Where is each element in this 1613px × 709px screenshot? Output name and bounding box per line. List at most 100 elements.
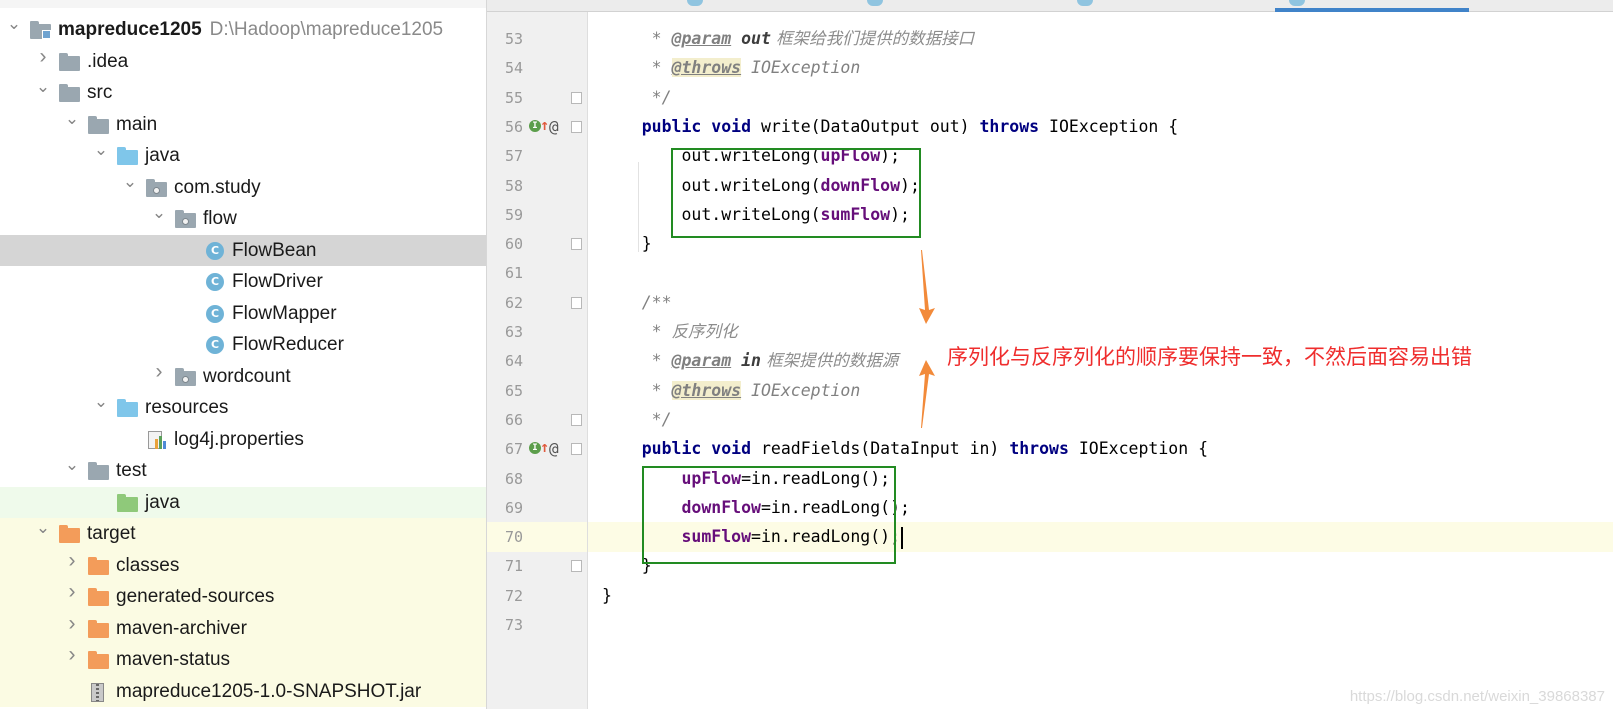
excluded-folder-icon: [88, 556, 110, 575]
fold-marker-icon[interactable]: [571, 296, 582, 309]
chevron-right-icon[interactable]: ›: [64, 581, 80, 602]
gutter-line: 57: [487, 141, 587, 171]
fold-marker-icon[interactable]: [571, 560, 582, 573]
code-line[interactable]: * @throws IOException: [588, 376, 1613, 406]
tree-row[interactable]: › .idea: [0, 46, 486, 78]
code-token: in: [741, 351, 761, 371]
chevron-down-icon[interactable]: ⌄: [93, 393, 109, 410]
fold-marker-icon[interactable]: [571, 91, 582, 104]
gutter-line: 73: [487, 610, 587, 640]
excluded-folder-icon: [59, 525, 81, 543]
chevron-down-icon[interactable]: ⌄: [151, 204, 167, 221]
tree-toolbar-strip: [0, 0, 486, 8]
code-token: throws: [979, 116, 1050, 136]
go-to-super-icon[interactable]: ↑: [540, 437, 549, 457]
tree-row[interactable]: log4j.properties: [0, 424, 486, 456]
tree-row[interactable]: ⌄ main: [0, 109, 486, 141]
code-line[interactable]: public void write(DataOutput out) throws…: [588, 112, 1613, 142]
tree-row[interactable]: ⌄ resources: [0, 392, 486, 424]
arrow-up-icon: [919, 360, 935, 428]
chevron-down-icon[interactable]: ⌄: [35, 78, 51, 95]
gutter-line: 66: [487, 405, 587, 435]
tree-row[interactable]: › classes: [0, 549, 486, 581]
chevron-right-icon[interactable]: ›: [64, 613, 80, 634]
gutter-line: 63: [487, 317, 587, 347]
tree-row[interactable]: ⌄ src: [0, 77, 486, 109]
tree-row[interactable]: C FlowMapper: [0, 298, 486, 330]
tree-row[interactable]: mapreduce1205-1.0-SNAPSHOT.jar: [0, 675, 486, 707]
tree-row[interactable]: › generated-sources: [0, 581, 486, 613]
project-tree-panel: ⌄ mapreduce1205 D:\Hadoop\mapreduce1205 › .i…: [0, 0, 486, 709]
tree-row[interactable]: C FlowBean: [0, 234, 486, 266]
code-line[interactable]: [588, 258, 1613, 288]
tree-row[interactable]: ⌄ target: [0, 518, 486, 550]
go-to-super-icon[interactable]: ↑: [540, 115, 549, 135]
code-line[interactable]: * 反序列化: [588, 317, 1613, 347]
chevron-right-icon[interactable]: ›: [64, 644, 80, 665]
tree-row[interactable]: java: [0, 486, 486, 518]
tree-row[interactable]: C FlowReducer: [0, 329, 486, 361]
code-line[interactable]: }: [588, 581, 1613, 611]
tree-item-label: src: [87, 82, 113, 103]
chevron-down-icon[interactable]: ⌄: [35, 519, 51, 536]
code-token: @throws: [671, 380, 742, 400]
editor-tab[interactable]: [847, 0, 1017, 12]
text-caret: [901, 526, 904, 549]
chevron-down-icon[interactable]: ⌄: [122, 173, 138, 190]
gutter-line: 54: [487, 53, 587, 83]
editor-tab-active[interactable]: [1275, 0, 1469, 12]
annotation-note: 序列化与反序列化的顺序要保持一致，不然后面容易出错: [947, 345, 1472, 369]
line-number: 54: [504, 59, 523, 78]
chevron-down-icon[interactable]: ⌄: [93, 141, 109, 158]
code-token: IOException: [741, 380, 861, 400]
chevron-right-icon[interactable]: ›: [151, 361, 167, 382]
fold-marker-icon[interactable]: [571, 238, 582, 251]
chevron-right-icon[interactable]: ›: [64, 550, 80, 571]
line-number: 64: [504, 352, 523, 371]
code-line[interactable]: * @throws IOException: [588, 53, 1613, 83]
tree-row[interactable]: ⌄ com.study: [0, 172, 486, 204]
code-token: IOException {: [1049, 116, 1179, 136]
java-class-icon: [1077, 0, 1093, 6]
package-icon: [175, 367, 197, 386]
gutter-line: 65: [487, 376, 587, 406]
tree-row[interactable]: ⌄ flow: [0, 203, 486, 235]
tree-item-label: FlowDriver: [232, 271, 323, 292]
override-marker-icon[interactable]: @: [549, 112, 559, 142]
gutter-line: 68: [487, 464, 587, 494]
gutter-line: 62: [487, 288, 587, 318]
chevron-down-icon[interactable]: ⌄: [64, 456, 80, 473]
tree-row[interactable]: ⌄ mapreduce1205 D:\Hadoop\mapreduce1205: [0, 14, 486, 46]
chevron-down-icon[interactable]: ⌄: [6, 15, 22, 32]
tree-row[interactable]: › maven-status: [0, 644, 486, 676]
arrow-down-icon: [919, 250, 935, 324]
fold-marker-icon[interactable]: [571, 120, 582, 133]
code-line[interactable]: [588, 610, 1613, 640]
tree-item-label: generated-sources: [116, 586, 275, 607]
tree-row[interactable]: C FlowDriver: [0, 266, 486, 298]
editor-tab[interactable]: [1057, 0, 1227, 12]
fold-marker-icon[interactable]: [571, 443, 582, 456]
editor-tab[interactable]: [667, 0, 837, 12]
override-marker-icon[interactable]: @: [549, 434, 559, 464]
watermark: https://blog.csdn.net/weixin_39868387: [1349, 688, 1605, 705]
code-line[interactable]: public void readFields(DataInput in) thr…: [588, 434, 1613, 464]
tree-item-label: log4j.properties: [174, 428, 304, 450]
line-number: 65: [504, 381, 523, 400]
tree-row[interactable]: ⌄ test: [0, 455, 486, 487]
tree-item-label: maven-status: [116, 649, 231, 670]
code-line[interactable]: * @param out 框架给我们提供的数据接口: [588, 24, 1613, 54]
chevron-right-icon[interactable]: ›: [35, 46, 51, 67]
code-token: public void: [602, 116, 761, 136]
line-number: 69: [504, 498, 523, 517]
line-number: 59: [504, 205, 523, 224]
code-line[interactable]: */: [588, 405, 1613, 435]
tree-row[interactable]: › maven-archiver: [0, 612, 486, 644]
tree-row[interactable]: ⌄ java: [0, 140, 486, 172]
fold-marker-icon[interactable]: [571, 413, 582, 426]
chevron-down-icon[interactable]: ⌄: [64, 110, 80, 127]
tree-row[interactable]: › wordcount: [0, 361, 486, 393]
code-line[interactable]: */: [588, 83, 1613, 113]
code-line[interactable]: /**: [588, 288, 1613, 318]
